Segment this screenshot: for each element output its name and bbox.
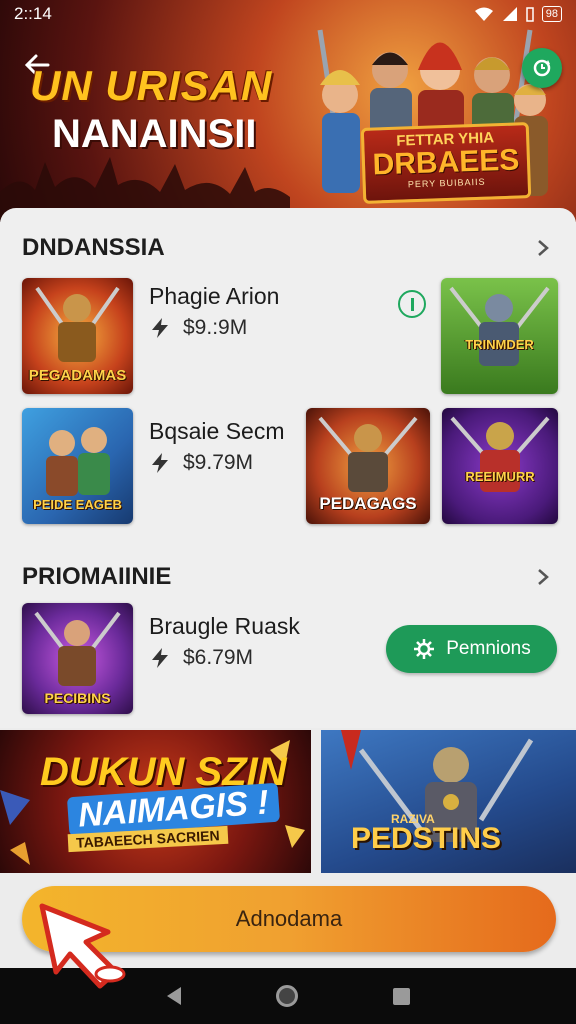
wifi-icon	[474, 7, 493, 21]
app-thumbnail[interactable]: TRINMDER	[441, 278, 558, 394]
bolt-icon	[152, 453, 168, 473]
app-thumbnail[interactable]: PEGADAMAS	[22, 278, 133, 394]
nav-back-icon[interactable]	[166, 987, 181, 1005]
status-icons: 98	[474, 6, 562, 22]
hero-subtitle: NANAINSII	[52, 112, 257, 156]
app-thumbnail[interactable]: PEDAGAGS	[306, 408, 430, 524]
app-downloads: $9.:9M	[149, 316, 247, 340]
hero-game-logo: FETTAR YHIA DRBAEES PERY BUIBAIIS	[360, 122, 532, 204]
app-thumbnail[interactable]: REEIMURR	[442, 408, 558, 524]
app-name[interactable]: Bqsaie Secm	[149, 418, 285, 445]
signal-icon	[502, 7, 517, 21]
bolt-icon	[152, 318, 168, 338]
knight-art	[450, 416, 550, 492]
app-name[interactable]: Braugle Ruask	[149, 613, 300, 640]
promo-banner-left[interactable]: DUKUN SZIN NAIMAGIS ! TABAEECH SACRIEN	[0, 730, 311, 873]
hero-banner[interactable]: UN URISAN NANAINSII FETTAR YHIA DRBAEES …	[0, 0, 576, 222]
app-thumbnail[interactable]: PECIBINS	[22, 603, 133, 714]
status-time: 2::14	[14, 4, 52, 23]
gear-icon	[414, 639, 435, 659]
section-title-2: PRIOMAIINIE	[22, 563, 172, 590]
nav-recents-icon[interactable]	[392, 987, 410, 1005]
section-title-1: DNDANSSIA	[22, 234, 165, 261]
nav-home-icon[interactable]	[275, 985, 298, 1007]
knight-art	[449, 286, 550, 366]
app-downloads: $6.79M	[149, 646, 253, 670]
promo-banner-right[interactable]: RAZIVA PEDSTINS	[321, 730, 576, 873]
pointer-cursor-icon	[39, 903, 126, 989]
battery-indicator: 98	[541, 6, 562, 22]
update-icon	[533, 59, 551, 77]
chevron-right-icon[interactable]	[536, 234, 550, 265]
hero-title: UN URISAN	[30, 62, 273, 109]
bolt-icon	[152, 648, 168, 668]
app-thumbnail[interactable]: PEIDE EAGEB	[22, 408, 133, 524]
status-bar: 2::14 98	[0, 0, 576, 28]
update-button[interactable]	[522, 48, 562, 88]
app-name[interactable]: Phagie Arion	[149, 283, 279, 310]
app-downloads: $9.79M	[149, 451, 253, 475]
permissions-button[interactable]: Pemnions	[386, 625, 557, 673]
promo-right-title: PEDSTINS	[351, 822, 502, 855]
battery-small-icon	[526, 7, 534, 22]
chevron-right-icon[interactable]	[536, 563, 550, 594]
installed-badge[interactable]	[398, 290, 426, 318]
